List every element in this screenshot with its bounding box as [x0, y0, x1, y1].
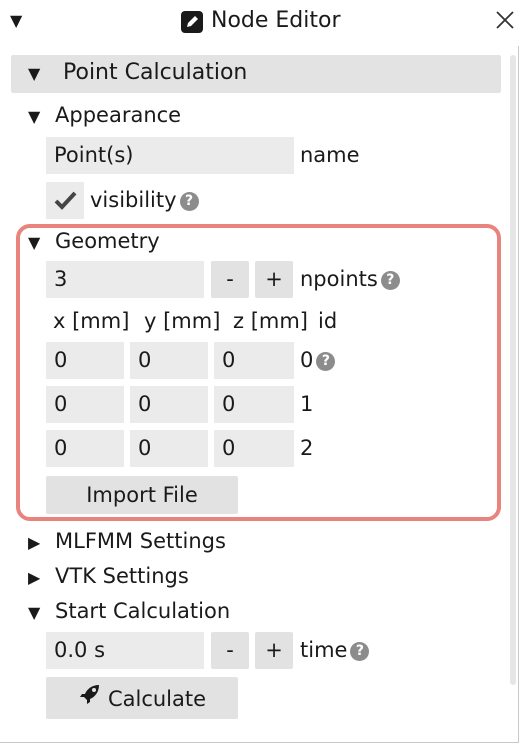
- visibility-checkbox[interactable]: [46, 182, 84, 219]
- triangle-right-icon: ▶: [28, 533, 41, 552]
- tree-node-mlfmm-settings[interactable]: ▶ MLFMM Settings: [28, 526, 226, 556]
- close-icon[interactable]: [494, 9, 516, 36]
- time-label: time: [300, 638, 348, 662]
- import-file-button[interactable]: Import File: [46, 476, 238, 514]
- triangle-down-icon: ▼: [28, 64, 41, 83]
- triangle-down-icon: ▼: [28, 233, 41, 252]
- point-y-input[interactable]: 0: [130, 386, 208, 423]
- help-icon[interactable]: ?: [179, 191, 199, 211]
- point-id: 0: [300, 348, 314, 372]
- mlfmm-label: MLFMM Settings: [55, 529, 226, 553]
- npoints-label-row: npoints?: [300, 261, 400, 298]
- point-y-input[interactable]: 0: [130, 342, 208, 379]
- section-title: Point Calculation: [63, 60, 248, 85]
- point-x-input[interactable]: 0: [46, 342, 124, 379]
- window-title: Node Editor: [211, 8, 341, 33]
- point-z-input[interactable]: 0: [214, 386, 294, 423]
- npoints-increment-button[interactable]: +: [255, 261, 293, 298]
- point-z-input[interactable]: 0: [214, 342, 294, 379]
- npoints-decrement-button[interactable]: -: [211, 261, 249, 298]
- visibility-label: visibility: [90, 188, 177, 212]
- time-input[interactable]: 0.0 s: [46, 632, 204, 669]
- tree-node-vtk-settings[interactable]: ▶ VTK Settings: [28, 561, 189, 591]
- npoints-input[interactable]: 3: [46, 261, 204, 298]
- tree-node-geometry[interactable]: ▼ Geometry: [28, 226, 160, 256]
- point-id: 1: [300, 392, 314, 416]
- time-label-row: time?: [300, 632, 370, 669]
- appearance-label: Appearance: [55, 103, 182, 127]
- collapse-window-icon[interactable]: ▼: [10, 13, 22, 29]
- visibility-label-row: visibility?: [90, 182, 199, 219]
- triangle-down-icon: ▼: [28, 107, 41, 126]
- start-calculation-label: Start Calculation: [55, 599, 231, 623]
- rocket-icon: [78, 678, 102, 720]
- name-input[interactable]: Point(s): [46, 137, 294, 174]
- point-z-input[interactable]: 0: [214, 430, 294, 467]
- point-id: 2: [300, 436, 314, 460]
- triangle-down-icon: ▼: [28, 603, 41, 622]
- name-label: name: [300, 143, 360, 167]
- triangle-right-icon: ▶: [28, 568, 41, 587]
- tree-node-start-calculation[interactable]: ▼ Start Calculation: [28, 596, 230, 626]
- calculate-label: Calculate: [107, 687, 207, 711]
- calculate-button[interactable]: Calculate: [46, 677, 238, 719]
- time-decrement-button[interactable]: -: [211, 632, 249, 669]
- point-x-input[interactable]: 0: [46, 386, 124, 423]
- column-header-x: x [mm]: [53, 309, 130, 333]
- tree-node-appearance[interactable]: ▼ Appearance: [28, 100, 181, 130]
- checkmark-icon: [54, 191, 77, 210]
- help-icon[interactable]: ?: [350, 641, 370, 661]
- help-icon[interactable]: ?: [316, 351, 336, 371]
- geometry-label: Geometry: [55, 229, 160, 253]
- pencil-icon: [181, 11, 203, 33]
- time-increment-button[interactable]: +: [255, 632, 293, 669]
- column-header-id: id: [318, 309, 338, 333]
- column-header-y: y [mm]: [144, 309, 221, 333]
- point-x-input[interactable]: 0: [46, 430, 124, 467]
- vtk-label: VTK Settings: [55, 564, 189, 588]
- scrollbar[interactable]: [510, 55, 516, 685]
- title-bar: ▼ Node Editor: [0, 0, 520, 46]
- section-header-point-calculation[interactable]: ▼ Point Calculation: [11, 55, 501, 93]
- help-icon[interactable]: ?: [380, 270, 400, 290]
- point-y-input[interactable]: 0: [130, 430, 208, 467]
- npoints-label: npoints: [300, 267, 378, 291]
- point-id-row: 0?: [300, 342, 336, 379]
- column-header-z: z [mm]: [233, 309, 308, 333]
